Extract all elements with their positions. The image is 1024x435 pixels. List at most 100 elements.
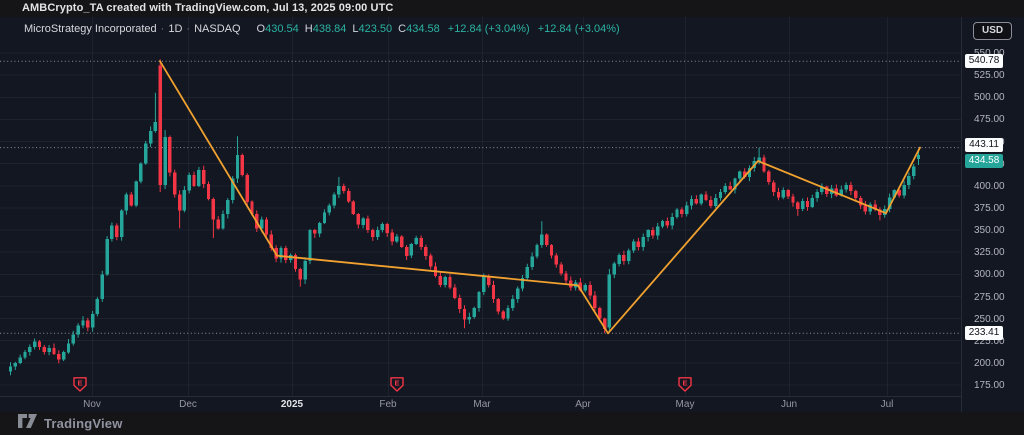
candle-body [168, 137, 171, 172]
candle-body [685, 205, 688, 214]
tradingview-wordmark[interactable]: TradingView [44, 416, 123, 431]
candle-body [661, 221, 664, 226]
time-axis-label: May [676, 399, 695, 410]
price-tick-label: 525.00 [974, 70, 1005, 81]
candle-body [415, 238, 418, 244]
candle-body [154, 122, 157, 131]
earnings-marker-icon[interactable]: E [679, 378, 691, 391]
candle-body [453, 288, 456, 299]
candle-body [473, 308, 476, 317]
ohlc-value: 434.58 [406, 23, 440, 35]
candle-body [458, 298, 461, 309]
candle-body [173, 173, 176, 195]
candle-body [786, 190, 789, 196]
attribution-text: AMBCrypto_TA created with TradingView.co… [22, 2, 393, 14]
candle-body [366, 219, 369, 231]
candle-body [844, 185, 847, 189]
candle-body [197, 170, 200, 186]
candle-body [323, 212, 326, 223]
candle-body [361, 219, 364, 225]
earnings-marker-icon[interactable]: E [74, 378, 86, 391]
candle-body [530, 257, 533, 268]
candle-body [318, 223, 321, 234]
change-value: +12.84 (+3.04%) [538, 23, 620, 35]
candle-body [299, 269, 302, 280]
ohlc-value: 430.54 [265, 23, 299, 35]
candle-body [801, 201, 804, 209]
candle-body [313, 230, 316, 234]
candle-body [516, 289, 519, 300]
candle-body [188, 175, 191, 190]
price-badge: 540.78 [965, 54, 1003, 68]
candle-body [390, 233, 393, 242]
candle-body [642, 237, 645, 247]
candle-body [632, 242, 635, 251]
candlestick-pane[interactable]: EEE [0, 17, 961, 396]
candle-body [806, 201, 809, 207]
candle-body [477, 292, 480, 308]
candle-body [221, 214, 224, 228]
candle-body [352, 202, 355, 214]
symbol-legend[interactable]: MicroStrategy Incorporated·1D·NASDAQO430… [24, 23, 620, 37]
candle-body [439, 276, 442, 285]
candle-body [593, 296, 596, 308]
price-tick-label: 175.00 [974, 380, 1005, 391]
candle-body [791, 196, 794, 202]
candle-body [902, 185, 905, 196]
candle-body [671, 217, 674, 226]
price-axis[interactable]: USD 550.00525.00500.00475.00450.00425.00… [961, 17, 1024, 412]
currency-toggle-button[interactable]: USD [973, 22, 1012, 40]
candle-body [540, 235, 543, 246]
candle-body [482, 276, 485, 292]
candle-body [564, 273, 567, 280]
candle-body [120, 211, 123, 238]
candle-body [342, 186, 345, 191]
svg-text:E: E [394, 379, 399, 388]
price-tick-label: 325.00 [974, 247, 1005, 258]
candle-body [429, 256, 432, 267]
ohlc-label: H [305, 23, 313, 35]
candle-body [666, 221, 669, 225]
candle-body [690, 199, 693, 205]
candle-body [52, 348, 55, 354]
candle-body [246, 175, 249, 202]
candle-body [695, 199, 698, 203]
candle-body [134, 181, 137, 205]
symbol-title[interactable]: MicroStrategy Incorporated [24, 23, 157, 35]
price-tick-label: 500.00 [974, 92, 1005, 103]
candle-body [33, 342, 36, 347]
candle-body [178, 195, 181, 211]
candle-body [651, 230, 654, 235]
ohlc-label: C [398, 23, 406, 35]
candle-body [646, 230, 649, 237]
candle-body [419, 238, 422, 247]
candle-body [724, 186, 727, 192]
candle-body [588, 285, 591, 296]
candle-body [386, 224, 389, 233]
candle-body [72, 335, 75, 344]
trend-zigzag-line[interactable] [160, 61, 920, 333]
price-tick-label: 275.00 [974, 292, 1005, 303]
candle-body [105, 239, 108, 274]
candle-body [502, 312, 505, 319]
tradingview-logo-icon[interactable] [18, 414, 37, 433]
time-axis-label: Nov [83, 399, 101, 410]
candle-body [43, 347, 46, 352]
candle-body [110, 226, 113, 239]
exchange-label[interactable]: NASDAQ [194, 23, 240, 35]
price-tick-label: 375.00 [974, 203, 1005, 214]
candle-body [526, 267, 529, 278]
candle-body [371, 230, 374, 237]
time-axis[interactable]: NovDec2025FebMarAprMayJunJul [0, 396, 1024, 413]
time-axis-label: Dec [179, 399, 197, 410]
candle-body [357, 214, 360, 225]
legend-separator: · [182, 23, 194, 35]
candle-body [159, 65, 162, 184]
candle-body [303, 261, 306, 280]
time-axis-label: Mar [473, 399, 490, 410]
interval-label[interactable]: 1D [168, 23, 182, 35]
candle-body [28, 347, 31, 352]
candle-body [96, 299, 99, 314]
candle-body [700, 195, 703, 204]
earnings-marker-icon[interactable]: E [391, 378, 403, 391]
